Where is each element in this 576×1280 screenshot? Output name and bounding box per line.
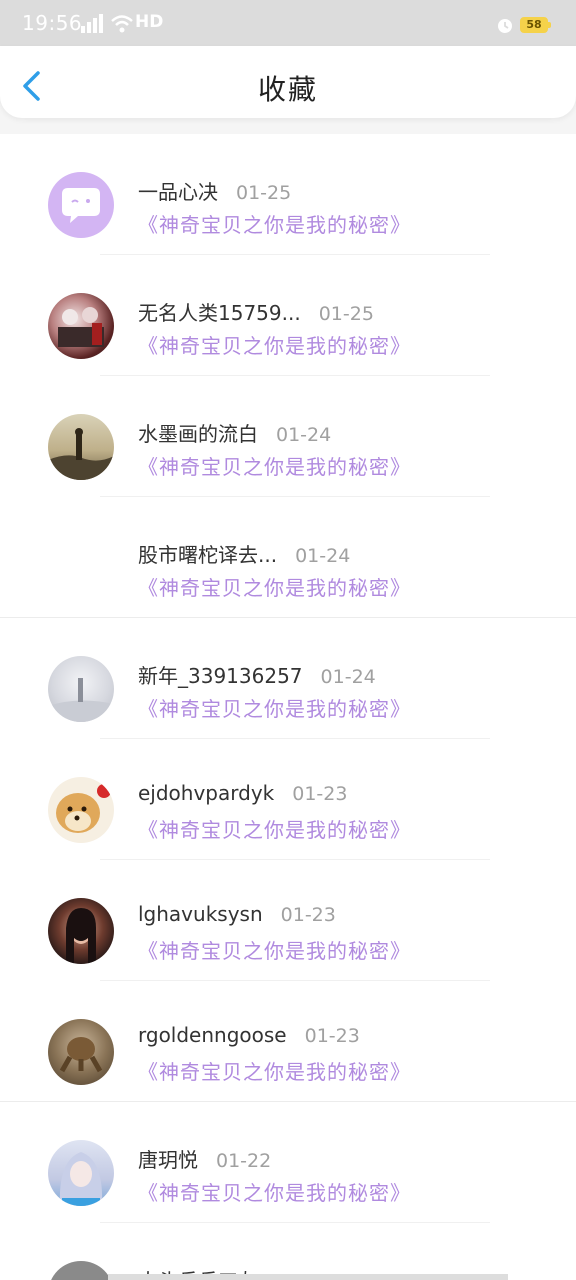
item-date: 01-23 bbox=[280, 904, 336, 926]
item-title[interactable]: 《神奇宝贝之你是我的秘密》 bbox=[138, 209, 411, 238]
list-item[interactable]: 新年_339136257 01-24 《神奇宝贝之你是我的秘密》 bbox=[0, 618, 576, 739]
user-name: 新年_339136257 bbox=[138, 664, 303, 688]
user-name: 股市曙柁译去... bbox=[138, 543, 278, 567]
gray-avatar[interactable] bbox=[48, 1261, 114, 1280]
item-date: 01-25 bbox=[236, 182, 292, 204]
item-title[interactable]: 《神奇宝贝之你是我的秘密》 bbox=[138, 1056, 411, 1085]
header-bar: 收藏 bbox=[0, 46, 576, 118]
list-item[interactable]: rgoldenngoose 01-23 《神奇宝贝之你是我的秘密》 bbox=[0, 981, 576, 1102]
user-name: 一品心决 bbox=[138, 180, 218, 204]
list-item[interactable]: 唐玥悦 01-22 《神奇宝贝之你是我的秘密》 bbox=[0, 1102, 576, 1223]
signal-icon bbox=[81, 14, 103, 33]
list-item[interactable]: lghavuksysn 01-23 《神奇宝贝之你是我的秘密》 bbox=[0, 860, 576, 981]
favorites-list: 一品心决 01-25 《神奇宝贝之你是我的秘密》 无名人类15759... 01-2… bbox=[0, 134, 576, 1280]
battery-icon: 58 bbox=[520, 17, 551, 33]
anime-girl-avatar[interactable] bbox=[48, 1140, 114, 1206]
item-date: 01-24 bbox=[295, 545, 351, 567]
user-name: 无名人类15759... bbox=[138, 301, 301, 325]
item-date: 01-23 bbox=[292, 783, 348, 805]
list-item[interactable]: 一品心决 01-25 《神奇宝贝之你是我的秘密》 bbox=[0, 134, 576, 255]
item-date: 01-24 bbox=[276, 424, 332, 446]
user-name: 唐玥悦 bbox=[138, 1148, 198, 1172]
chat-bubble-icon bbox=[62, 188, 100, 223]
item-date: 01-24 bbox=[320, 666, 376, 688]
item-title[interactable]: 《神奇宝贝之你是我的秘密》 bbox=[138, 1177, 411, 1206]
girl-portrait-avatar[interactable] bbox=[48, 898, 114, 964]
ink-painting-avatar[interactable] bbox=[48, 414, 114, 480]
alarm-icon bbox=[498, 19, 512, 33]
anime-group-avatar[interactable] bbox=[48, 293, 114, 359]
status-bar: 19:56 HD 58 bbox=[0, 0, 576, 46]
shiba-dog-avatar[interactable] bbox=[48, 777, 114, 843]
list-item[interactable]: ejdohvpardyk 01-23 《神奇宝贝之你是我的秘密》 bbox=[0, 739, 576, 860]
bronze-statue-avatar[interactable] bbox=[48, 1019, 114, 1085]
page-title: 收藏 bbox=[257, 73, 318, 106]
wifi-icon bbox=[111, 15, 133, 33]
user-name: lghavuksysn bbox=[138, 902, 263, 926]
item-title[interactable]: 《神奇宝贝之你是我的秘密》 bbox=[138, 330, 411, 359]
item-title[interactable]: 《神奇宝贝之你是我的秘密》 bbox=[138, 572, 411, 601]
item-title[interactable]: 《神奇宝贝之你是我的秘密》 bbox=[138, 693, 411, 722]
status-time: 19:56 bbox=[22, 11, 83, 35]
app-default-avatar[interactable] bbox=[48, 172, 114, 238]
network-type: HD bbox=[135, 12, 164, 32]
home-indicator bbox=[108, 1274, 508, 1280]
list-item[interactable]: 股市曙柁译去... 01-24 《神奇宝贝之你是我的秘密》 bbox=[0, 497, 576, 618]
user-name: ejdohvpardyk bbox=[138, 781, 275, 805]
list-item[interactable]: 无名人类15759... 01-25 《神奇宝贝之你是我的秘密》 bbox=[0, 255, 576, 376]
list-item[interactable]: 水墨画的流白 01-24 《神奇宝贝之你是我的秘密》 bbox=[0, 376, 576, 497]
list-item[interactable]: 大头兵兵工友01-22 bbox=[0, 1223, 576, 1280]
item-date: 01-22 bbox=[216, 1150, 272, 1172]
user-name: 水墨画的流白 bbox=[138, 422, 258, 446]
item-date: 01-23 bbox=[304, 1025, 360, 1047]
item-title[interactable]: 《神奇宝贝之你是我的秘密》 bbox=[138, 814, 411, 843]
user-name: rgoldenngoose bbox=[138, 1023, 287, 1047]
snow-scene-avatar[interactable] bbox=[48, 656, 114, 722]
item-title[interactable]: 《神奇宝贝之你是我的秘密》 bbox=[138, 451, 411, 480]
item-date: 01-25 bbox=[318, 303, 374, 325]
item-title[interactable]: 《神奇宝贝之你是我的秘密》 bbox=[138, 935, 411, 964]
